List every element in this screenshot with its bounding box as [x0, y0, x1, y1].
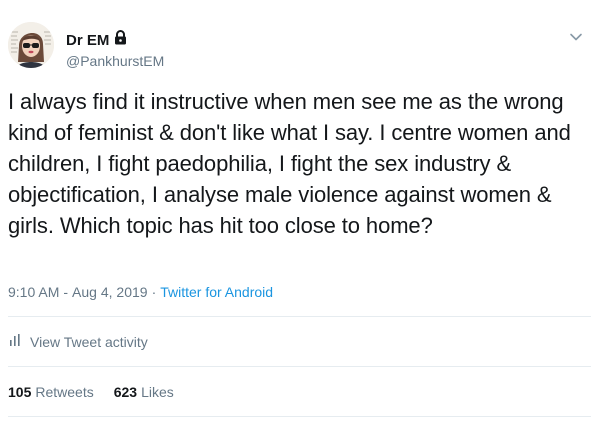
meta-separator: -: [63, 284, 69, 300]
divider: [8, 366, 591, 367]
divider: [8, 316, 591, 317]
likes-stat[interactable]: 623 Likes: [114, 384, 174, 400]
likes-count: 623: [113, 384, 138, 400]
retweets-stat[interactable]: 105 Retweets: [8, 384, 94, 400]
tweet-card: Dr EM @PankhurstEM I always find it inst…: [0, 0, 599, 423]
tweet-text: I always find it instructive when men se…: [8, 89, 571, 238]
meta-separator-dot: ·: [151, 284, 157, 300]
view-tweet-activity-button[interactable]: View Tweet activity: [8, 333, 148, 350]
avatar-illustration: [8, 22, 54, 68]
name-row: Dr EM: [66, 30, 164, 50]
tweet-stats: 105 Retweets 623 Likes: [8, 384, 174, 400]
likes-label: Likes: [141, 384, 174, 400]
tweet-date[interactable]: Aug 4, 2019: [72, 284, 148, 300]
retweets-label: Retweets: [35, 384, 94, 400]
tweet-time[interactable]: 9:10 AM: [8, 284, 59, 300]
tweet-source-link[interactable]: Twitter for Android: [160, 284, 273, 300]
divider: [8, 416, 591, 417]
tweet-header: Dr EM @PankhurstEM: [66, 30, 164, 69]
retweets-count: 105: [8, 384, 32, 400]
chevron-down-icon[interactable]: [569, 30, 583, 44]
lock-icon: [114, 30, 127, 50]
bar-chart-icon: [8, 333, 22, 350]
avatar[interactable]: [8, 22, 54, 68]
author-display-name[interactable]: Dr EM: [66, 32, 109, 49]
author-handle[interactable]: @PankhurstEM: [66, 53, 164, 69]
view-tweet-activity-label: View Tweet activity: [30, 333, 148, 350]
tweet-meta: 9:10 AM - Aug 4, 2019 · Twitter for Andr…: [8, 284, 273, 300]
